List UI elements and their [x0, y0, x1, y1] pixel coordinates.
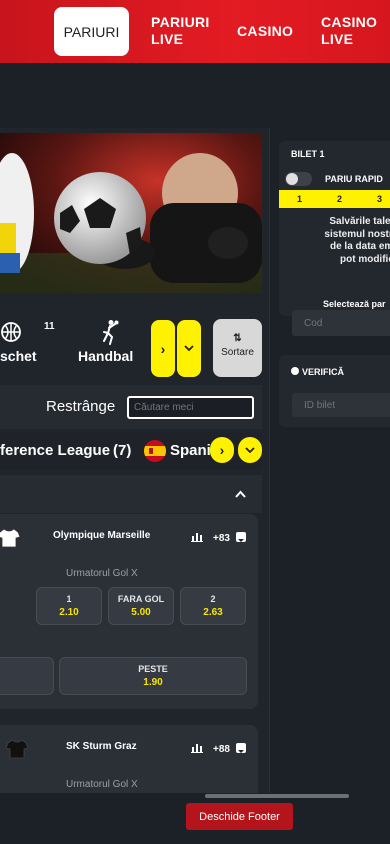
- sort-button-label: Sortare: [221, 347, 254, 358]
- caret-down-icon: [238, 750, 244, 753]
- betslip-info-line: Salvările tale vo: [329, 216, 390, 227]
- betslip-panel: BILET 1 PARIU RAPID 1 2 3 Salvările tale…: [279, 141, 390, 316]
- jersey-icon: [0, 528, 20, 548]
- betslip-info: Salvările tale vo sistemul nostru t de l…: [295, 216, 390, 266]
- more-markets-dropdown[interactable]: [236, 743, 246, 753]
- stats-icon[interactable]: [191, 742, 203, 753]
- quick-bet-toggle[interactable]: [285, 172, 312, 186]
- odd-value: 5.00: [131, 607, 151, 618]
- bet-code-input[interactable]: [292, 310, 390, 336]
- search-row: Restrânge: [0, 385, 262, 429]
- nav-tab-casino-label: CASINO: [237, 23, 294, 39]
- chevron-up-icon: [235, 490, 246, 498]
- odd-label: 2: [210, 594, 216, 604]
- verify-radio[interactable]: [291, 367, 299, 375]
- match-search-input[interactable]: [127, 396, 254, 419]
- sports-next-button[interactable]: ›: [151, 320, 175, 377]
- odd-button-2[interactable]: 2 2.63: [180, 587, 246, 625]
- league-collapse-row[interactable]: [0, 475, 262, 513]
- verify-label: VERIFICĂ: [302, 367, 345, 377]
- sports-filter-row: 11 schet Handbal › ⇅ Sortare: [0, 316, 262, 380]
- league-count: (7): [113, 442, 132, 459]
- betslip-tab-3[interactable]: 3: [377, 194, 382, 204]
- betslip-info-line: pot modifica l: [340, 253, 390, 265]
- market-name: Urmatorul Gol X: [66, 779, 138, 790]
- toggle-knob: [286, 173, 298, 185]
- collapse-all-link[interactable]: Restrânge: [46, 398, 115, 415]
- betslip-tabs: 1 2 3: [279, 190, 390, 208]
- header-spacer: [0, 63, 390, 128]
- chevron-down-icon: [245, 446, 255, 453]
- ticket-id-input[interactable]: [292, 393, 390, 417]
- odd-button-sub[interactable]: [0, 657, 54, 695]
- league-next-button[interactable]: ›: [210, 437, 234, 463]
- betslip-info-line: de la data emite: [329, 241, 390, 252]
- horizontal-scrollbar[interactable]: [205, 794, 349, 798]
- promo-banner[interactable]: [0, 133, 262, 293]
- league-title[interactable]: ference League: [0, 442, 110, 459]
- sort-icon: ⇅: [233, 333, 242, 344]
- nav-tab-pariuri-label: PARIURI: [63, 23, 120, 40]
- sort-button[interactable]: ⇅ Sortare: [213, 319, 262, 377]
- chevron-right-icon: ›: [160, 340, 166, 357]
- odd-button-fara-gol[interactable]: FARA GOL 5.00: [108, 587, 174, 625]
- stats-icon[interactable]: [191, 531, 203, 542]
- nav-tab-pariuri-live[interactable]: PARIURI LIVE: [151, 14, 210, 48]
- odd-value: 1.90: [143, 677, 163, 688]
- odd-value: 2.10: [59, 607, 79, 618]
- league-country[interactable]: Spani: [170, 442, 211, 459]
- odd-button-peste[interactable]: PESTE 1.90: [59, 657, 247, 695]
- promo-banner-image: [0, 133, 262, 293]
- chevron-down-icon: [184, 345, 194, 352]
- team-name: SK Sturm Graz: [66, 741, 137, 752]
- select-code-label: Selectează par: [323, 299, 386, 309]
- handball-icon: [103, 320, 119, 345]
- league-header-row: ference League (7) Spani ›: [0, 432, 262, 470]
- spain-flag-icon: [144, 440, 166, 462]
- more-markets-dropdown[interactable]: [236, 532, 246, 542]
- open-footer-label: Deschide Footer: [199, 810, 280, 823]
- quick-bet-label: PARIU RAPID: [325, 174, 383, 184]
- top-nav-bar: PARIURI PARIURI LIVE CASINO CASINO LIVE: [0, 0, 390, 63]
- sport-basket-count: 11: [44, 321, 55, 332]
- nav-tab-casino[interactable]: CASINO: [237, 23, 293, 40]
- odd-label: FARA GOL: [117, 594, 165, 604]
- betslip-tab-1[interactable]: 1: [297, 194, 302, 204]
- nav-tab-casino-live-line1: CASINO: [321, 14, 378, 30]
- market-name: Urmatorul Gol X: [66, 568, 138, 579]
- betslip-title: BILET 1: [291, 149, 325, 159]
- odd-label: 1: [66, 594, 72, 604]
- match-card: SK Sturm Graz +88 Urmatorul Gol X: [0, 725, 258, 793]
- sports-panel: 11 schet Handbal › ⇅ Sortare Restrânge f…: [0, 128, 270, 793]
- odd-label: PESTE: [138, 664, 168, 674]
- nav-tab-casino-live-line2: LIVE: [321, 31, 354, 47]
- betslip-tab-2[interactable]: 2: [337, 194, 342, 204]
- sport-basket-label: schet: [0, 348, 37, 364]
- sports-expand-button[interactable]: [177, 320, 201, 377]
- odd-button-1[interactable]: 1 2.10: [36, 587, 102, 625]
- sport-handbal[interactable]: Handbal: [76, 316, 146, 380]
- chevron-right-icon: ›: [219, 442, 225, 458]
- nav-tab-pariuri[interactable]: PARIURI: [54, 7, 129, 56]
- caret-down-icon: [238, 539, 244, 542]
- more-markets-count[interactable]: +88: [213, 744, 230, 755]
- open-footer-button[interactable]: Deschide Footer: [186, 803, 293, 830]
- nav-tab-pariuri-live-line1: PARIURI: [151, 14, 210, 30]
- more-markets-count[interactable]: +83: [213, 533, 230, 544]
- odd-value: 2.63: [203, 607, 223, 618]
- team-name: Olympique Marseille: [53, 530, 151, 541]
- nav-tab-casino-live[interactable]: CASINO LIVE: [321, 14, 377, 48]
- league-expand-button[interactable]: [238, 437, 262, 463]
- sport-basket[interactable]: 11 schet: [0, 316, 60, 380]
- nav-tab-pariuri-live-line2: LIVE: [151, 31, 184, 47]
- match-card: Olympique Marseille +83 Urmatorul Gol X …: [0, 514, 258, 709]
- jersey-icon: [6, 739, 28, 759]
- basketball-icon: [1, 322, 21, 342]
- betslip-info-line: sistemul nostru t: [324, 228, 390, 240]
- sport-handbal-label: Handbal: [78, 348, 134, 364]
